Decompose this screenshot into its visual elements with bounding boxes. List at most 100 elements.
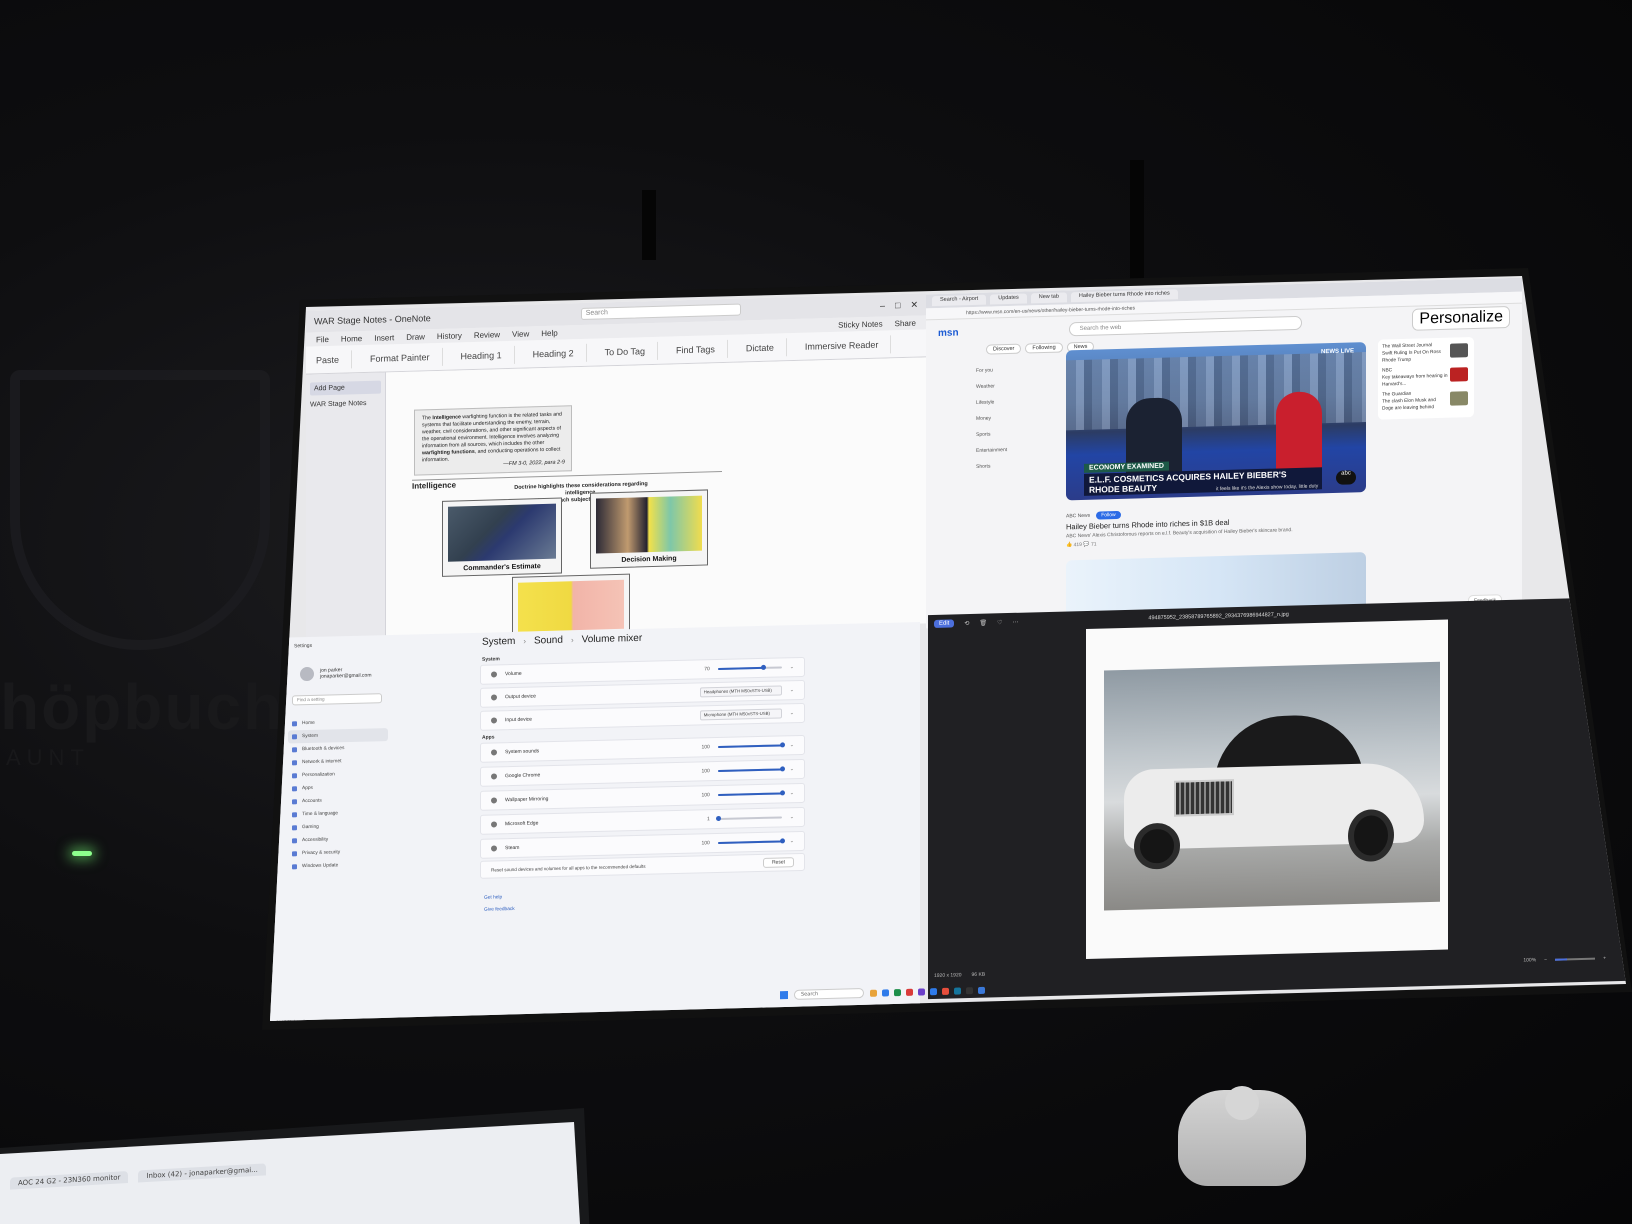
start-icon[interactable] [780,990,788,1000]
chevron-down-icon[interactable]: ⌄ [790,814,794,820]
device-dropdown[interactable]: Headphones (MTH M50xSTS-USB) [699,685,782,698]
msn-logo[interactable]: msn [938,327,959,339]
zoom-slider[interactable] [1555,957,1596,961]
menu-history[interactable]: History [437,331,462,341]
taskbar-app-icon[interactable] [918,987,925,996]
nav-for-you[interactable]: For you [976,361,1046,379]
slider-thumb[interactable] [716,815,722,822]
slider-thumb[interactable] [779,742,785,748]
menu-draw[interactable]: Draw [406,332,425,342]
chevron-down-icon[interactable]: ⌄ [790,742,794,748]
photo-canvas[interactable] [1086,619,1448,960]
add-page-button[interactable]: Add Page [310,380,381,396]
onenote-search-box[interactable]: Search [580,303,741,320]
format-painter-button[interactable]: Format Painter [370,347,443,368]
nav-sports[interactable]: Sports [976,425,1046,443]
taskbar-search[interactable]: Search [794,987,864,1000]
give-feedback-link[interactable]: Give feedback [484,904,515,917]
taskbar-app-icon[interactable] [930,987,937,995]
user-profile[interactable]: jon parker jonaparker@gmail.com [300,665,371,682]
reset-button[interactable]: Reset [762,857,794,868]
taskbar-app-icon[interactable] [882,988,889,997]
close-icon[interactable]: ✕ [1615,603,1620,610]
menu-view[interactable]: View [512,329,529,338]
browser-tab-active[interactable]: Hailey Bieber turns Rhode into riches [1070,289,1178,303]
pill-following[interactable]: Following [1025,342,1063,354]
volume-slider[interactable] [717,838,785,844]
follow-button[interactable]: Follow [1096,510,1121,520]
get-help-link[interactable]: Get help [484,892,515,905]
volume-slider[interactable] [717,766,785,772]
taskbar-app-icon[interactable] [894,988,901,996]
onenote-page-canvas[interactable]: The Intelligence warfighting function is… [386,357,926,641]
volume-slider[interactable] [717,742,785,748]
taskbar-app-icon[interactable] [906,988,913,996]
edit-button[interactable]: Edit [934,619,955,628]
find-setting-input[interactable]: Find a setting [292,693,382,706]
slider-thumb[interactable] [779,790,785,796]
taskbar-app-icon[interactable] [978,986,985,994]
sticky-notes-button[interactable]: Sticky Notes [838,319,882,329]
source-name[interactable]: ABC News [1066,513,1090,520]
page-list-item[interactable]: WAR Stage Notes [310,400,381,409]
immersive-reader-button[interactable]: Immersive Reader [804,334,892,356]
card-decision-making[interactable]: Decision Making [590,489,708,569]
menu-home[interactable]: Home [341,334,362,344]
chevron-down-icon[interactable]: ⌄ [790,838,794,844]
hero-video-card[interactable]: NEWS LIVE ECONOMY EXAMINED E.L.F. COSMET… [1066,342,1366,501]
menu-review[interactable]: Review [474,330,500,340]
crumb-sound[interactable]: Sound [534,635,563,647]
taskbar-app-icon[interactable] [942,987,949,995]
card-commanders-estimate[interactable]: Commander's Estimate [442,497,562,577]
chevron-down-icon[interactable]: ⌄ [790,766,794,772]
paste-button[interactable]: Paste [316,349,353,369]
nav-windows-update[interactable]: Windows Update [288,858,388,873]
zoom-in-icon[interactable]: + [1603,955,1606,961]
browser-tab[interactable]: Updates [990,293,1027,305]
slider-thumb[interactable] [760,664,766,670]
chevron-down-icon[interactable]: ⌄ [790,664,794,670]
volume-slider[interactable] [717,664,782,670]
browser-tab[interactable]: Search - Airport [932,294,987,307]
taskbar-app-icon[interactable] [870,989,877,997]
taskbar-app-icon[interactable] [966,986,973,994]
menu-help[interactable]: Help [541,328,557,337]
story-item[interactable]: The Guardian The clash Elon Musk and Dog… [1382,389,1470,415]
story-item[interactable]: The Wall Street Journal Swift Ruling Is … [1382,341,1470,367]
browser-tab[interactable]: New tab [1030,292,1067,304]
chevron-down-icon[interactable]: ⌄ [790,710,794,716]
personalize-button[interactable]: Personalize [1412,306,1510,331]
menu-insert[interactable]: Insert [374,333,394,343]
maximize-icon[interactable]: □ [1601,603,1605,609]
minimize-icon[interactable]: – [1588,604,1591,610]
heading-2-style[interactable]: Heading 2 [532,343,587,363]
favorite-icon[interactable]: ♡ [997,619,1002,626]
maximize-icon[interactable]: □ [895,300,900,310]
minimize-icon[interactable]: – [880,300,885,310]
volume-slider[interactable] [716,815,782,822]
nav-weather[interactable]: Weather [976,377,1046,395]
chevron-down-icon[interactable]: ⌄ [790,790,794,796]
msn-search-input[interactable]: Search the web [1068,315,1303,337]
article-reactions[interactable]: 👍 419 💬 71 [1066,542,1097,549]
rotate-icon[interactable]: ⟲ [964,620,969,627]
heading-1-style[interactable]: Heading 1 [460,345,515,365]
share-button[interactable]: Share [895,318,916,328]
nav-lifestyle[interactable]: Lifestyle [976,393,1046,411]
menu-file[interactable]: File [316,335,329,344]
close-icon[interactable]: ✕ [910,299,918,310]
slider-thumb[interactable] [779,838,785,844]
dictate-button[interactable]: Dictate [745,337,787,357]
volume-slider[interactable] [717,790,785,796]
delete-icon[interactable]: 🗑 [979,619,987,626]
chevron-down-icon[interactable]: ⌄ [790,687,794,693]
crumb-system[interactable]: System [482,636,515,648]
zoom-level[interactable]: 100% [1523,957,1536,963]
slider-thumb[interactable] [779,766,785,772]
pill-discover[interactable]: Discover [986,343,1022,355]
nav-money[interactable]: Money [976,409,1046,427]
nav-shorts[interactable]: Shorts [976,457,1046,475]
nav-entertainment[interactable]: Entertainment [976,441,1046,459]
story-item[interactable]: NBC Key takeaways from hearing in Harvar… [1382,365,1470,391]
zoom-out-icon[interactable]: − [1544,957,1547,963]
